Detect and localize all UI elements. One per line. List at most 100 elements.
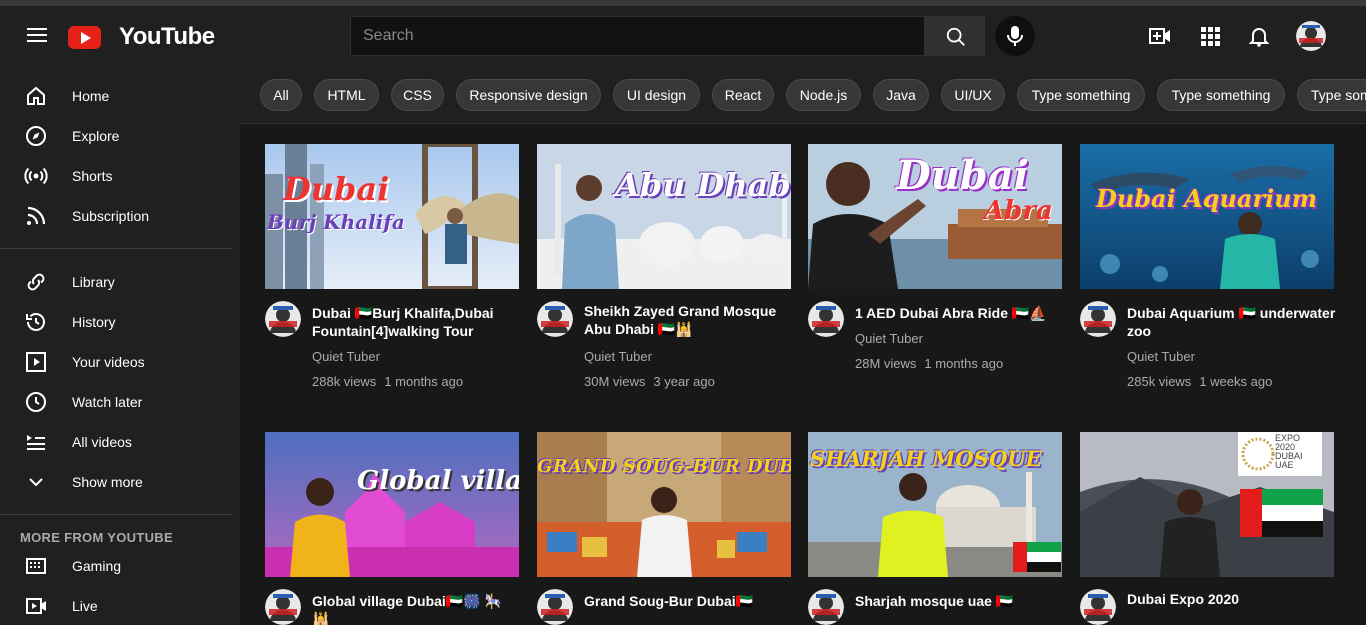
sidebar-item-label: Library [72,274,115,290]
notifications-bell-icon[interactable] [1247,24,1271,48]
video-thumbnail[interactable]: Dubai Aquarium [1080,144,1334,289]
video-thumbnail[interactable]: Global village [265,432,519,577]
video-title[interactable]: Sheikh Zayed Grand Mosque Abu Dhabi 🇦🇪🕌 [584,302,794,338]
sidebar-item-all-videos[interactable]: All videos [0,422,232,462]
hamburger-menu-icon[interactable] [24,24,50,48]
filter-chips-bar: All HTML CSS Responsive design UI design… [240,66,1366,124]
video-meta: 30M views 3 year ago [584,374,715,389]
sidebar-item-library[interactable]: Library [0,262,232,302]
search-box [350,16,925,56]
chip-react[interactable]: React [712,79,774,111]
chip-type-something-3[interactable]: Type something [1297,79,1366,111]
compass-icon [26,126,46,146]
chip-type-something-2[interactable]: Type something [1157,79,1285,111]
chip-all[interactable]: All [260,79,302,111]
video-thumbnail[interactable]: Dubai Burj Khalifa [265,144,519,289]
video-thumbnail[interactable]: SHARJAH MOSQUE [808,432,1062,577]
video-title[interactable]: Dubai Expo 2020 [1127,590,1337,608]
thumbnail-title: EXPO 2020 DUBAI UAE [1275,433,1303,470]
video-title[interactable]: Sharjah mosque uae 🇦🇪 [855,592,1065,610]
clock-icon [26,392,46,412]
masthead: YouTube [0,6,1366,66]
sidebar-divider [0,248,232,249]
upload-age: 3 year ago [653,374,715,389]
channel-avatar[interactable] [1080,301,1116,337]
more-from-youtube-heading: MORE FROM YOUTUBE [20,530,173,545]
live-camera-icon [26,598,46,614]
rss-feed-icon [27,206,46,225]
sidebar-item-shorts[interactable]: Shorts [0,156,232,196]
library-link-icon [27,273,45,291]
upload-age: 1 weeks ago [1199,374,1273,389]
video-title[interactable]: Dubai Aquarium 🇦🇪 underwater zoo [1127,304,1337,340]
channel-avatar[interactable] [265,301,301,337]
sidebar-divider [0,514,232,515]
sidebar-item-show-more[interactable]: Show more [0,462,232,502]
sidebar-item-watch-later[interactable]: Watch later [0,382,232,422]
thumbnail-subtitle: Burj Khalifa [267,210,405,234]
sidebar-item-label: Your videos [72,354,145,370]
channel-avatar[interactable] [537,301,573,337]
youtube-play-icon [68,25,101,49]
thumbnail-title: SHARJAH MOSQUE [810,446,1042,471]
microphone-icon [1007,26,1023,46]
view-count: 28M views [855,356,917,371]
sidebar-item-label: Watch later [72,394,143,410]
chip-nodejs[interactable]: Node.js [786,79,861,111]
sidebar-item-your-videos[interactable]: Your videos [0,342,232,382]
channel-name[interactable]: Quiet Tuber [855,331,923,346]
channel-avatar[interactable] [808,301,844,337]
video-thumbnail[interactable]: EXPO 2020 DUBAI UAE [1080,432,1334,577]
video-title[interactable]: Grand Soug-Bur Dubai🇦🇪 [584,592,794,610]
chip-css[interactable]: CSS [391,79,444,111]
channel-avatar[interactable] [537,589,573,625]
sidebar-item-history[interactable]: History [0,302,232,342]
thumbnail-title: Global village [357,466,519,496]
create-video-icon[interactable] [1148,24,1172,48]
sidebar-item-label: All videos [72,434,132,450]
sidebar-item-label: Shorts [72,168,113,184]
video-thumbnail[interactable]: Abu Dhabi [537,144,791,289]
shorts-icon [24,167,48,185]
video-thumbnail[interactable]: Dubai Abra [808,144,1062,289]
account-avatar[interactable] [1296,21,1326,51]
channel-name[interactable]: Quiet Tuber [312,349,380,364]
sidebar-item-live[interactable]: Live [0,586,232,625]
chip-responsive-design[interactable]: Responsive design [456,79,601,111]
search-button[interactable] [925,16,985,56]
apps-grid-icon[interactable] [1198,24,1222,48]
search-input[interactable] [351,17,924,55]
thumbnail-title: Dubai [896,152,1029,199]
search-icon [946,27,965,46]
sidebar-item-subscription[interactable]: Subscription [0,196,232,236]
chip-ui-design[interactable]: UI design [613,79,700,111]
gaming-icon [26,558,46,574]
sidebar-item-label: Home [72,88,110,104]
logo-text: YouTube [119,23,215,50]
channel-name[interactable]: Quiet Tuber [584,349,652,364]
upload-age: 1 months ago [384,374,464,389]
view-count: 285k views [1127,374,1192,389]
play-square-icon [26,352,46,372]
sidebar-item-gaming[interactable]: Gaming [0,546,232,586]
thumbnail-subtitle: Abra [984,196,1053,226]
playlist-icon [27,435,45,450]
sidebar-item-explore[interactable]: Explore [0,116,232,156]
channel-avatar[interactable] [265,589,301,625]
sidebar-item-home[interactable]: Home [0,76,232,116]
video-title[interactable]: Global village Dubai🇦🇪🎆 🎠 🕌 [312,592,522,625]
channel-avatar[interactable] [808,589,844,625]
video-title[interactable]: 1 AED Dubai Abra Ride 🇦🇪⛵ [855,304,1065,322]
thumbnail-title: Dubai Aquarium [1096,184,1318,213]
video-thumbnail[interactable]: GRAND SOUG-BUR DUBAI [537,432,791,577]
youtube-logo[interactable]: YouTube [68,23,215,50]
sidebar-item-label: Explore [72,128,120,144]
channel-name[interactable]: Quiet Tuber [1127,349,1195,364]
video-title[interactable]: Dubai 🇦🇪Burj Khalifa,Dubai Fountain[4]wa… [312,304,522,340]
channel-avatar[interactable] [1080,589,1116,625]
chip-ui-ux[interactable]: UI/UX [941,79,1005,111]
chip-java[interactable]: Java [873,79,929,111]
chip-type-something-1[interactable]: Type something [1017,79,1145,111]
voice-search-button[interactable] [995,16,1035,56]
chip-html[interactable]: HTML [314,79,379,111]
